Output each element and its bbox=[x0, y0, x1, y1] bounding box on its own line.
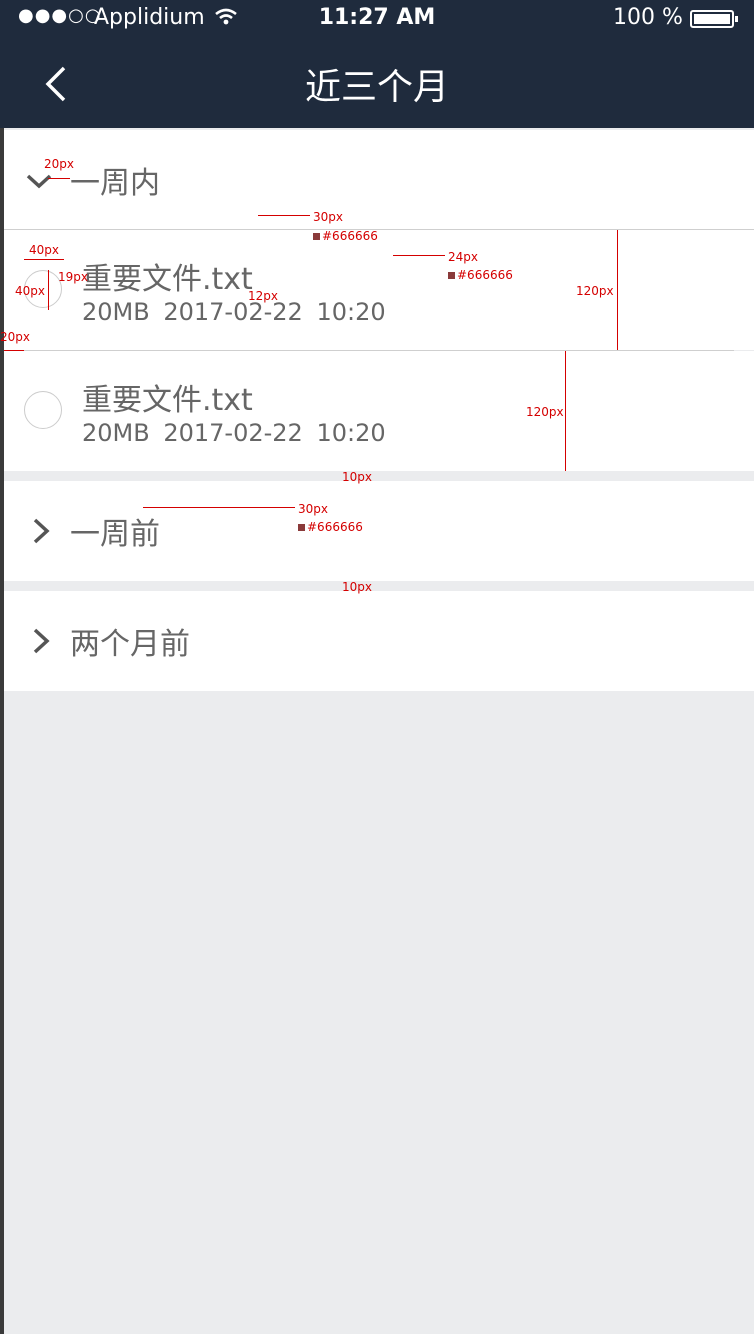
annotation-label: 10px bbox=[342, 580, 372, 594]
annotation-label: #666666 bbox=[322, 229, 378, 243]
annotation-line bbox=[48, 270, 49, 310]
annotation-label: 20px bbox=[0, 330, 30, 344]
color-swatch-icon bbox=[448, 272, 455, 279]
annotation-color: #666666 bbox=[313, 229, 378, 243]
file-row[interactable]: 重要文件.txt 20MB 2017-02-22 10:20 bbox=[4, 230, 754, 350]
annotation-line bbox=[393, 255, 445, 256]
section-label: 一周前 bbox=[70, 517, 160, 552]
file-name: 重要文件.txt bbox=[82, 262, 253, 297]
annotation-label: 40px bbox=[29, 243, 59, 257]
annotation-label: 30px bbox=[298, 502, 328, 516]
color-swatch-icon bbox=[298, 524, 305, 531]
annotation-label: #666666 bbox=[307, 520, 363, 534]
annotation-line bbox=[48, 178, 70, 179]
annotation-label: 20px bbox=[44, 157, 74, 171]
annotation-line bbox=[617, 230, 618, 350]
annotation-label: 24px bbox=[448, 250, 478, 264]
annotation-color: #666666 bbox=[298, 520, 363, 534]
file-row[interactable]: 重要文件.txt 20MB 2017-02-22 10:20 bbox=[4, 351, 754, 471]
battery-percent: 100 % bbox=[613, 5, 683, 30]
annotation-label: 30px bbox=[313, 210, 343, 224]
page-title: 近三个月 bbox=[304, 67, 449, 108]
annotation-label: 120px bbox=[576, 284, 614, 298]
section-header-within-week[interactable]: 一周内 bbox=[4, 130, 754, 230]
chevron-right-icon bbox=[33, 628, 50, 654]
annotation-label: 12px bbox=[248, 289, 278, 303]
section-label: 两个月前 bbox=[70, 627, 190, 662]
chevron-right-icon bbox=[33, 518, 50, 544]
nav-bar: ●●●○○ Applidium 11:27 AM 100 % 近三个月 bbox=[0, 0, 754, 128]
section-label: 一周内 bbox=[70, 166, 160, 201]
annotation-line bbox=[258, 215, 310, 216]
annotation-label: 40px bbox=[15, 284, 45, 298]
annotation-label: 120px bbox=[526, 405, 564, 419]
annotation-line bbox=[565, 351, 566, 471]
annotation-line bbox=[24, 259, 64, 260]
section-header-two-months-ago[interactable]: 两个月前 bbox=[4, 591, 754, 691]
battery-icon bbox=[690, 10, 738, 28]
file-meta: 20MB 2017-02-22 10:20 bbox=[82, 419, 386, 447]
annotation-color: #666666 bbox=[448, 268, 513, 282]
annotation-line bbox=[4, 350, 24, 351]
select-checkbox[interactable] bbox=[24, 391, 62, 429]
color-swatch-icon bbox=[313, 233, 320, 240]
status-bar: ●●●○○ Applidium 11:27 AM 100 % bbox=[0, 0, 754, 38]
file-name: 重要文件.txt bbox=[82, 383, 253, 418]
annotation-label: #666666 bbox=[457, 268, 513, 282]
file-meta: 20MB 2017-02-22 10:20 bbox=[82, 298, 386, 326]
section-header-week-ago[interactable]: 一周前 bbox=[4, 481, 754, 581]
annotation-label: 19px bbox=[58, 270, 88, 284]
annotation-line bbox=[143, 507, 295, 508]
annotation-label: 10px bbox=[342, 470, 372, 484]
